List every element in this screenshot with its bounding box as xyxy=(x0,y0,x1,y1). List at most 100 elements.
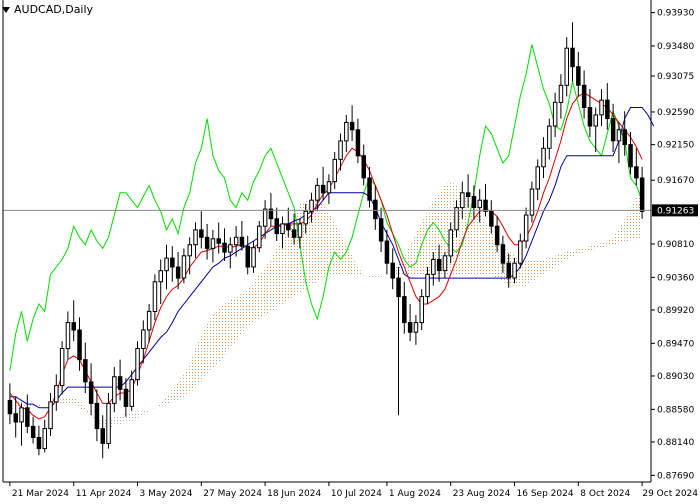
candle-body-down xyxy=(222,242,227,253)
candle-body-down xyxy=(581,84,587,109)
candle-body-down xyxy=(30,425,36,438)
candle-body-up xyxy=(326,181,332,194)
y-tick-label: 0.90360 xyxy=(657,273,694,283)
candle-body-down xyxy=(610,118,616,142)
chart-title-box: AUDCAD,Daily xyxy=(2,3,93,16)
x-tick-label: 10 Jul 2024 xyxy=(331,489,382,499)
candle-body-up xyxy=(303,210,308,225)
candle-body-down xyxy=(634,166,639,179)
candle-body-down xyxy=(639,177,645,212)
candle-body-up xyxy=(599,99,604,116)
x-tick-label: 29 Oct 2024 xyxy=(642,489,698,499)
candle-body-up xyxy=(547,125,552,149)
candle-body-down xyxy=(100,428,105,444)
candle-body-down xyxy=(36,437,42,450)
candle-body-up xyxy=(413,322,419,333)
candle-body-down xyxy=(361,155,366,179)
candle-body-down xyxy=(320,184,326,194)
candle-body-down xyxy=(77,329,82,361)
cloud-segment xyxy=(369,274,376,279)
candle-body-up xyxy=(152,281,158,312)
cloud-segment xyxy=(323,203,329,279)
chart-area: 0.93930 0.93480 0.93075 0.92590 0.92150 0.916… xyxy=(0,0,700,500)
candle-body-up xyxy=(442,255,448,272)
candle-body-down xyxy=(123,388,129,407)
candle-body-up xyxy=(309,199,314,212)
candle-body-up xyxy=(19,407,24,423)
y-tick-label: 0.92150 xyxy=(657,141,694,151)
candle-body-up xyxy=(616,129,622,142)
candle-body-up xyxy=(523,214,529,242)
candle-body-up xyxy=(558,84,564,103)
chevron-down-icon[interactable] xyxy=(2,6,10,13)
candle-body-up xyxy=(48,401,53,430)
cloud-segment xyxy=(265,259,271,316)
candle-body-down xyxy=(245,245,250,268)
cloud-segment xyxy=(526,261,532,286)
candle-body-down xyxy=(71,322,76,331)
candle-body-up xyxy=(228,244,233,253)
candle-body-down xyxy=(605,99,610,120)
y-tick-label: 0.91670 xyxy=(657,176,694,186)
cloud-segment xyxy=(375,274,382,279)
candle-body-down xyxy=(489,210,494,227)
cloud-segment xyxy=(294,203,300,297)
candle-body-down xyxy=(483,199,488,212)
candle-body-down xyxy=(396,277,401,298)
candle-body-up xyxy=(419,296,424,324)
candle-body-down xyxy=(349,121,355,131)
cloud-segment xyxy=(317,200,324,282)
candle-body-up xyxy=(338,140,343,160)
cloud-segment xyxy=(224,300,231,356)
candle-body-up xyxy=(146,310,152,331)
candle-body-up xyxy=(529,188,535,216)
cloud-segment xyxy=(230,296,237,349)
x-tick-label: 8 Oct 2024 xyxy=(580,489,630,499)
candle-body-up xyxy=(315,184,320,201)
candle-body-down xyxy=(570,47,575,68)
y-tick-label: 0.93930 xyxy=(657,9,694,19)
candle-body-down xyxy=(500,244,506,264)
chart-svg: 0.93930 0.93480 0.93075 0.92590 0.92150 0.916… xyxy=(0,0,700,500)
candle-body-down xyxy=(373,199,378,220)
candle-body-down xyxy=(471,196,477,209)
candle-body-up xyxy=(164,257,169,272)
x-tick-label: 3 May 2024 xyxy=(140,489,193,499)
candle-body-down xyxy=(622,129,627,146)
cloud-segment xyxy=(207,315,213,375)
y-tick-label: 0.87690 xyxy=(657,471,694,481)
candle-body-up xyxy=(65,322,71,350)
cloud-segment xyxy=(67,396,74,404)
candle-body-down xyxy=(291,229,297,238)
cloud-segment xyxy=(276,237,283,308)
candle-body-up xyxy=(262,208,268,227)
candle-body-down xyxy=(286,223,291,231)
candle-body-down xyxy=(378,218,384,242)
candle-body-down xyxy=(204,236,210,249)
x-tick-label: 11 Apr 2024 xyxy=(76,489,132,499)
candle-body-up xyxy=(431,259,436,275)
candle-body-up xyxy=(42,428,47,450)
candle-body-up xyxy=(112,376,117,404)
candle-body-down xyxy=(88,381,94,404)
cloud-segment xyxy=(236,292,242,342)
candle-body-up xyxy=(193,229,198,246)
candle-body-up xyxy=(106,402,111,444)
candle-body-down xyxy=(436,259,442,272)
candle-body-up xyxy=(129,379,134,407)
candle-body-down xyxy=(94,402,100,430)
cloud-segment xyxy=(479,215,486,275)
y-tick-label: 0.89920 xyxy=(657,306,694,316)
candle-body-down xyxy=(384,240,390,264)
candle-body-up xyxy=(158,270,163,283)
candle-body-down xyxy=(506,262,511,279)
candle-body-up xyxy=(460,192,465,209)
candle-body-down xyxy=(199,229,204,238)
cloud-segment xyxy=(253,274,260,323)
candle-body-up xyxy=(518,240,523,264)
candle-body-up xyxy=(141,329,146,349)
candle-body-up xyxy=(448,229,453,257)
x-tick-label: 18 Jun 2024 xyxy=(267,489,321,499)
candle-body-down xyxy=(216,238,221,244)
candle-body-up xyxy=(280,223,285,234)
